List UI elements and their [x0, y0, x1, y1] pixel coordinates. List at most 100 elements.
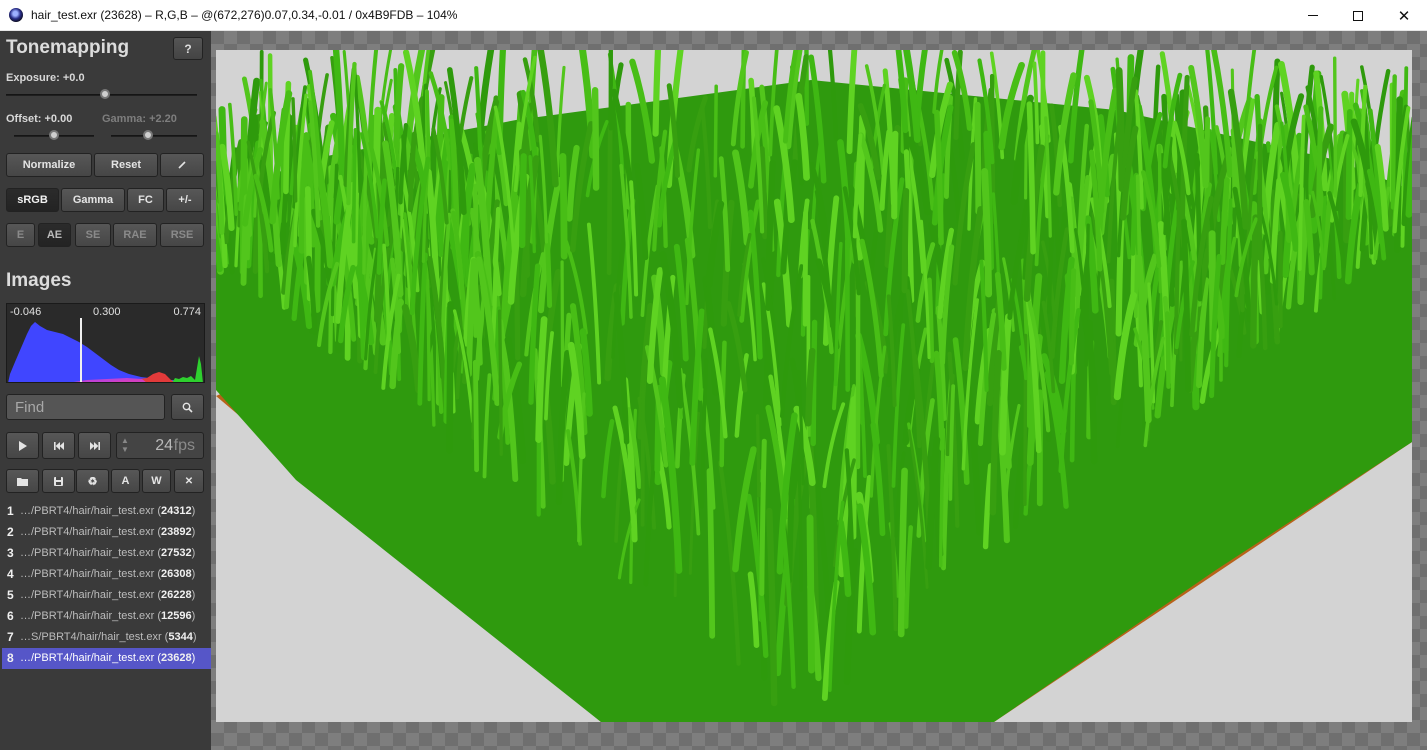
image-list-item[interactable]: 1 …/PBRT4/hair/hair_test.exr (24312) — [2, 501, 211, 522]
histogram-mid-label: 0.300 — [93, 306, 121, 318]
image-index: 4 — [7, 567, 14, 581]
image-path-close: ) — [192, 631, 197, 643]
image-path-text: …/PBRT4/hair/hair_test.exr ( — [20, 610, 162, 622]
image-path-close: ) — [191, 652, 196, 664]
previous-frame-button[interactable] — [42, 432, 75, 459]
image-path-close: ) — [191, 610, 196, 622]
image-list-item[interactable]: 5 …/PBRT4/hair/hair_test.exr (26228) — [2, 585, 211, 606]
grass-blade — [1250, 214, 1259, 349]
grass-blade — [1316, 106, 1324, 217]
help-button[interactable]: ? — [173, 37, 203, 60]
title-bar: hair_test.exr (23628) – R,G,B – @(672,27… — [0, 0, 1427, 31]
image-path-text: …/PBRT4/hair/hair_test.exr ( — [20, 589, 162, 601]
grass-blade — [497, 309, 503, 456]
image-path: …/PBRT4/hair/hair_test.exr (23892) — [20, 526, 195, 538]
image-index: 7 — [7, 630, 14, 644]
image-list-item[interactable]: 2 …/PBRT4/hair/hair_test.exr (23892) — [2, 522, 211, 543]
image-list-item[interactable]: 3 …/PBRT4/hair/hair_test.exr (27532) — [2, 543, 211, 564]
image-path-close: ) — [191, 547, 196, 559]
find-input[interactable] — [6, 394, 165, 420]
watch-files-button[interactable]: W — [142, 469, 171, 493]
grass-blade — [1165, 311, 1171, 389]
minimize-icon — [1308, 15, 1318, 16]
open-image-button[interactable] — [6, 469, 39, 493]
fps-spinner[interactable]: ▲ ▼ 24 fps — [116, 432, 204, 459]
grass-blade — [974, 101, 982, 215]
metric-rae-button[interactable]: RAE — [113, 223, 157, 247]
histogram-min-label: -0.046 — [10, 306, 42, 318]
colormap-fc-button[interactable]: FC — [127, 188, 164, 212]
play-button[interactable] — [6, 432, 39, 459]
grass-blade — [786, 464, 796, 584]
grass-blade — [560, 260, 565, 388]
close-window-button[interactable]: ✕ — [1381, 0, 1427, 31]
image-path: …/PBRT4/hair/hair_test.exr (26228) — [20, 589, 195, 601]
grass-blade — [425, 278, 431, 402]
reload-image-button[interactable]: ♻ — [76, 469, 109, 493]
pick-button[interactable] — [160, 153, 204, 177]
window-title: hair_test.exr (23628) – R,G,B – @(672,27… — [31, 8, 458, 22]
minimize-button[interactable] — [1290, 0, 1336, 31]
offset-slider-knob[interactable] — [49, 130, 59, 140]
rendered-image[interactable] — [216, 50, 1412, 722]
image-path: …/PBRT4/hair/hair_test.exr (26308) — [20, 568, 195, 580]
image-index: 2 — [7, 525, 14, 539]
image-path-text: …/PBRT4/hair/hair_test.exr ( — [20, 526, 162, 538]
spinner-arrows-icon[interactable]: ▲ ▼ — [121, 436, 129, 454]
normalize-button[interactable]: Normalize — [6, 153, 92, 177]
colormap-gamma-button[interactable]: Gamma — [61, 188, 125, 212]
image-index: 5 — [7, 588, 14, 602]
maximize-button[interactable] — [1335, 0, 1381, 31]
image-viewer[interactable] — [211, 31, 1427, 750]
grass-blade — [519, 153, 527, 249]
grass-blade — [806, 514, 815, 674]
image-id: 24312 — [161, 505, 192, 517]
grass-blade — [897, 467, 908, 638]
grass-blade — [351, 128, 358, 244]
grass-blade — [559, 153, 568, 260]
grass-blade — [1068, 268, 1077, 366]
grass-blade — [1257, 123, 1263, 261]
colormap-srgb-button[interactable]: sRGB — [6, 188, 59, 212]
save-image-button[interactable] — [42, 469, 75, 493]
exposure-label: Exposure: +0.0 — [6, 72, 85, 84]
image-index: 8 — [7, 651, 14, 665]
grass-blade — [544, 232, 553, 308]
image-path-close: ) — [191, 526, 196, 538]
images-title: Images — [6, 270, 72, 291]
next-frame-button[interactable] — [78, 432, 111, 459]
grass-blade — [652, 50, 662, 137]
metric-se-button[interactable]: SE — [75, 223, 111, 247]
close-image-button[interactable]: ✕ — [174, 469, 204, 493]
search-button[interactable] — [171, 394, 204, 420]
metric-rse-button[interactable]: RSE — [160, 223, 204, 247]
exposure-slider-knob[interactable] — [100, 89, 110, 99]
image-list-item[interactable]: 8 …/PBRT4/hair/hair_test.exr (23628) — [2, 648, 211, 669]
app-icon — [9, 8, 23, 22]
image-path: …S/PBRT4/hair/hair_test.exr (5344) — [20, 631, 197, 643]
image-list-item[interactable]: 7 …S/PBRT4/hair/hair_test.exr (5344) — [2, 627, 211, 648]
grass-blade — [1345, 109, 1353, 220]
gamma-slider-knob[interactable] — [143, 130, 153, 140]
image-list-item[interactable]: 4 …/PBRT4/hair/hair_test.exr (26308) — [2, 564, 211, 585]
grass-blade — [797, 465, 803, 592]
grass-blade — [446, 301, 454, 454]
histogram: -0.046 0.300 0.774 — [6, 303, 205, 383]
fps-value: 24 — [155, 437, 173, 454]
grass-blade — [1390, 74, 1397, 210]
metric-e-button[interactable]: E — [6, 223, 35, 247]
colormap--button[interactable]: +/- — [166, 188, 204, 212]
image-list-item[interactable]: 6 …/PBRT4/hair/hair_test.exr (12596) — [2, 606, 211, 627]
histogram-green-series — [172, 356, 203, 382]
eyedropper-icon — [178, 161, 186, 169]
reset-button[interactable]: Reset — [94, 153, 158, 177]
sidebar: Tonemapping ? Exposure: +0.0 Offset: +0.… — [0, 31, 211, 750]
image-path-close: ) — [191, 568, 196, 580]
grass-blade — [755, 414, 761, 498]
metric-ae-button[interactable]: AE — [38, 223, 71, 247]
gamma-slider-track[interactable] — [111, 135, 197, 137]
grass-blade — [1333, 56, 1338, 198]
skip-forward-icon — [89, 441, 100, 450]
reload-all-button[interactable]: A — [111, 469, 140, 493]
grass-blade — [713, 84, 718, 178]
